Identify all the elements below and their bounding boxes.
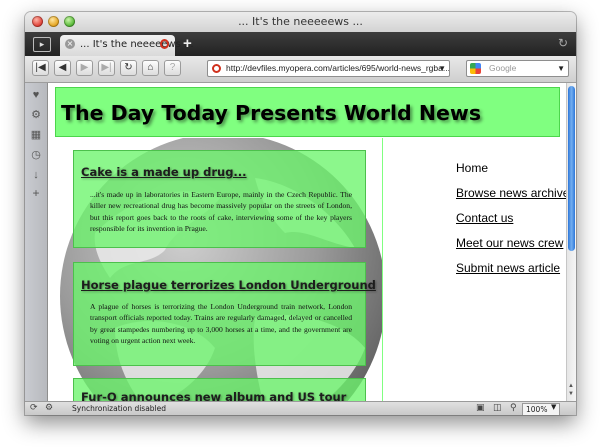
notes-icon[interactable]: ▦ bbox=[30, 129, 42, 141]
zoom-icon[interactable]: ⚲ bbox=[510, 403, 517, 413]
zoom-dropdown-icon[interactable]: ▼ bbox=[551, 403, 556, 411]
status-bar: ⟳ ⚙ Synchronization disabled ▣ ◫ ⚲ 100% … bbox=[25, 401, 576, 415]
nav-home-link[interactable]: Home bbox=[456, 161, 488, 175]
unite-icon[interactable]: ⚙ bbox=[45, 403, 53, 413]
panels-toggle-icon[interactable]: ⟳ bbox=[30, 403, 38, 413]
article-body: A plague of horses is terrorizing the Lo… bbox=[90, 302, 352, 346]
nav-contact-link[interactable]: Contact us bbox=[456, 211, 513, 225]
navigation-toolbar: |◀ ◀ ▶ ▶| ↻ ⌂ ? http://devfiles.myopera.… bbox=[25, 56, 576, 83]
page-viewport: The Day Today Presents World News Cake i… bbox=[48, 83, 566, 401]
status-text: Synchronization disabled bbox=[72, 404, 167, 413]
article-title[interactable]: Fur-Q announces new album and US tour bbox=[81, 390, 346, 401]
page-header: The Day Today Presents World News bbox=[55, 87, 560, 137]
tab-active[interactable]: × ... It's the neeeeews ... bbox=[60, 35, 194, 56]
article-body: ...it's made up in laboratories in Easte… bbox=[90, 190, 352, 234]
search-dropdown-icon[interactable]: ▼ bbox=[557, 61, 565, 76]
add-icon[interactable]: + bbox=[30, 187, 42, 199]
address-field[interactable]: http://devfiles.myopera.com/articles/695… bbox=[207, 60, 450, 77]
home-icon[interactable]: ⌂ bbox=[142, 60, 159, 76]
window-title: ... It's the neeeeews ... bbox=[238, 15, 363, 28]
address-url: http://devfiles.myopera.com/articles/695… bbox=[226, 63, 450, 73]
nav-news-crew-link[interactable]: Meet our news crew bbox=[456, 236, 563, 250]
article-card: Cake is a made up drug... ...it's made u… bbox=[73, 150, 366, 248]
rewind-icon[interactable]: |◀ bbox=[32, 60, 49, 76]
nav-browse-archives-link[interactable]: Browse news archives bbox=[456, 186, 566, 200]
back-icon[interactable]: ◀ bbox=[54, 60, 71, 76]
tab-bar: ▸ × ... It's the neeeeews ... + ↻ bbox=[25, 32, 576, 56]
page-title: The Day Today Presents World News bbox=[61, 101, 482, 125]
browser-window: ... It's the neeeeews ... ▸ × ... It's t… bbox=[25, 12, 576, 415]
reload-icon[interactable]: ↻ bbox=[120, 60, 137, 76]
history-icon[interactable]: ◷ bbox=[30, 149, 42, 161]
info-icon[interactable]: ? bbox=[164, 60, 181, 76]
article-card: Fur-Q announces new album and US tour bbox=[73, 378, 366, 401]
side-panel: ♥ ⚙ ▦ ◷ ↓ + bbox=[25, 83, 48, 401]
view-mode-icon[interactable]: ◫ bbox=[493, 403, 502, 413]
search-placeholder: Google bbox=[489, 63, 517, 73]
panel-toggle-icon[interactable]: ▸ bbox=[33, 37, 51, 52]
image-toggle-icon[interactable]: ▣ bbox=[476, 403, 485, 413]
nav-submit-article-link[interactable]: Submit news article bbox=[456, 261, 560, 275]
vertical-scrollbar[interactable]: ▲ ▼ bbox=[566, 83, 576, 401]
heart-icon[interactable]: ♥ bbox=[30, 89, 42, 101]
scroll-arrows-icon[interactable]: ▲ ▼ bbox=[568, 382, 574, 398]
title-bar: ... It's the neeeeews ... bbox=[25, 12, 576, 33]
article-card: Horse plague terrorizes London Undergrou… bbox=[73, 262, 376, 366]
opera-favicon-icon bbox=[160, 39, 169, 49]
address-dropdown-icon[interactable]: ▼ bbox=[438, 61, 446, 76]
download-icon[interactable]: ↓ bbox=[30, 169, 42, 181]
new-tab-button[interactable]: + bbox=[183, 35, 192, 52]
opera-page-icon bbox=[212, 64, 221, 73]
google-icon[interactable] bbox=[470, 63, 481, 74]
forward-icon[interactable]: ▶ bbox=[76, 60, 93, 76]
tab-close-icon[interactable]: × bbox=[65, 39, 75, 49]
search-field[interactable]: Google ▼ bbox=[466, 60, 569, 77]
article-title[interactable]: Cake is a made up drug... bbox=[81, 165, 247, 179]
article-title[interactable]: Horse plague terrorizes London Undergrou… bbox=[81, 278, 376, 292]
articles-column: Cake is a made up drug... ...it's made u… bbox=[55, 138, 383, 401]
scroll-thumb[interactable] bbox=[568, 86, 575, 251]
closed-tabs-icon[interactable]: ↻ bbox=[558, 36, 568, 50]
gear-icon[interactable]: ⚙ bbox=[30, 109, 42, 121]
fast-forward-icon[interactable]: ▶| bbox=[98, 60, 115, 76]
tab-label: ... It's the neeeeews ... bbox=[80, 39, 194, 50]
